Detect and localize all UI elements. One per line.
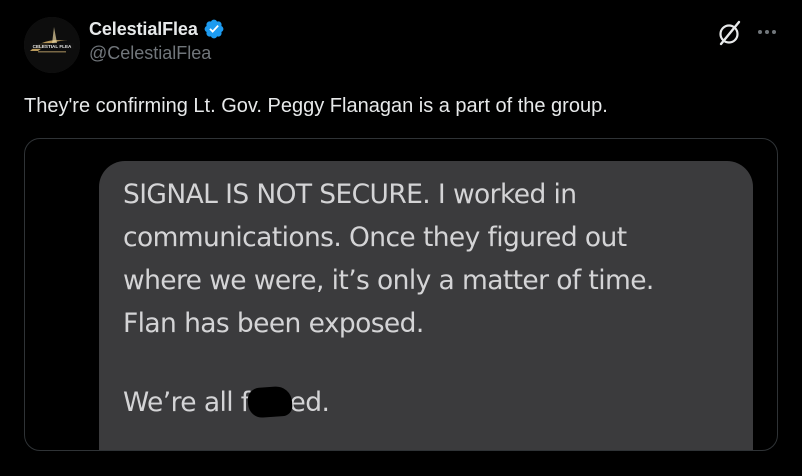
grok-icon [719, 20, 741, 46]
author-info: CelestialFlea @CelestialFlea [89, 17, 225, 64]
more-options-button[interactable] [754, 19, 780, 45]
tweet-post: CELESTIAL FLEA CelestialFlea @CelestialF… [0, 0, 802, 476]
message-body-text: SIGNAL IS NOT SECURE. I worked in commun… [123, 179, 654, 339]
display-name-row: CelestialFlea [89, 17, 225, 41]
censor-mark [246, 385, 293, 419]
media-attachment[interactable]: SIGNAL IS NOT SECURE. I worked in commun… [24, 138, 778, 451]
svg-text:CELESTIAL FLEA: CELESTIAL FLEA [33, 44, 72, 49]
author-avatar[interactable]: CELESTIAL FLEA [24, 17, 80, 73]
grok-button[interactable] [716, 19, 744, 47]
message-last-line: We’re all f ed. [123, 383, 330, 423]
avatar-logo-icon: CELESTIAL FLEA [24, 17, 80, 73]
message-last-line-prefix: We’re all f [123, 387, 250, 418]
tweet-text: They're confirming Lt. Gov. Peggy Flanag… [24, 95, 608, 117]
author-display-name[interactable]: CelestialFlea [89, 19, 198, 40]
verified-badge-icon [203, 18, 225, 40]
more-icon [758, 30, 776, 34]
message-last-line-suffix: ed. [289, 387, 330, 418]
author-handle[interactable]: @CelestialFlea [89, 43, 225, 64]
